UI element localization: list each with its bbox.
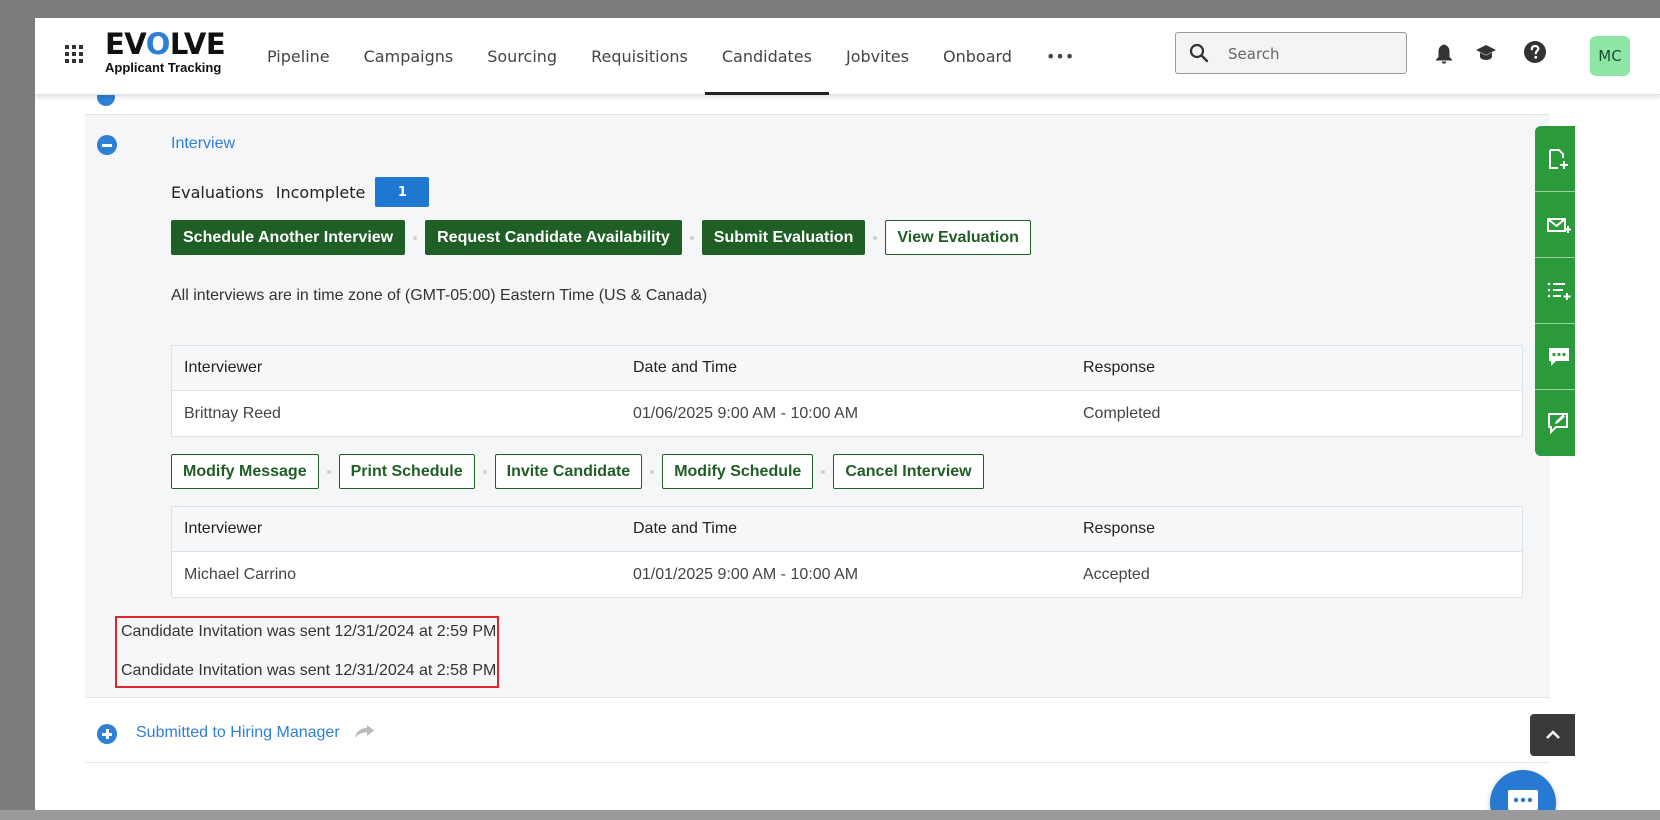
evaluations-status: Evaluations Incomplete 1 bbox=[171, 177, 430, 207]
app-window: EVOLVE Applicant Tracking Pipeline Campa… bbox=[35, 18, 1660, 810]
chat-icon bbox=[1549, 347, 1569, 366]
forward-arrow-icon bbox=[355, 725, 374, 738]
nav-pipeline[interactable]: Pipeline bbox=[250, 18, 347, 94]
incomplete-label: Incomplete bbox=[275, 182, 366, 202]
separator-dot bbox=[642, 469, 662, 474]
invitation-note: Candidate Invitation was sent 12/31/2024… bbox=[121, 662, 497, 679]
incomplete-count-badge[interactable]: 1 bbox=[375, 177, 430, 207]
add-list-button[interactable] bbox=[1535, 258, 1575, 324]
nav-sourcing[interactable]: Sourcing bbox=[470, 18, 574, 94]
chevron-up-icon bbox=[1545, 730, 1560, 739]
invitation-note: Candidate Invitation was sent 12/31/2024… bbox=[121, 623, 497, 640]
modify-message-button[interactable]: Modify Message bbox=[171, 454, 319, 489]
separator-dot bbox=[319, 469, 339, 474]
request-candidate-availability-button[interactable]: Request Candidate Availability bbox=[425, 220, 682, 255]
main-nav: Pipeline Campaigns Sourcing Requisitions… bbox=[250, 18, 1091, 95]
collapse-toggle-icon[interactable] bbox=[97, 135, 117, 155]
logo-wordmark: EVOLVE bbox=[105, 27, 226, 61]
table-header: Interviewer Date and Time Response bbox=[172, 346, 1522, 391]
interview-datetime: 01/01/2025 9:00 AM - 10:00 AM bbox=[633, 565, 859, 583]
expand-toggle-icon[interactable] bbox=[97, 724, 117, 744]
user-avatar[interactable]: MC bbox=[1590, 36, 1630, 76]
interview-response: Completed bbox=[1083, 404, 1161, 422]
cancel-interview-button[interactable]: Cancel Interview bbox=[833, 454, 984, 489]
graduation-cap-icon[interactable] bbox=[1475, 44, 1497, 62]
screenshot-frame-bottom bbox=[0, 810, 1660, 820]
modify-schedule-button[interactable]: Modify Schedule bbox=[662, 454, 814, 489]
invite-candidate-button[interactable]: Invite Candidate bbox=[494, 454, 643, 489]
view-evaluation-button[interactable]: View Evaluation bbox=[885, 220, 1031, 255]
app-grid-icon[interactable] bbox=[65, 45, 83, 63]
search-icon bbox=[1189, 43, 1209, 63]
search-input[interactable] bbox=[1226, 41, 1400, 67]
column-header-date-time: Date and Time bbox=[633, 359, 738, 376]
invitation-notes-highlight: Candidate Invitation was sent 12/31/2024… bbox=[115, 616, 499, 688]
interview-actions: Schedule Another Interview Request Candi… bbox=[171, 220, 1031, 255]
table-header: Interviewer Date and Time Response bbox=[172, 507, 1522, 552]
schedule-actions: Modify Message Print Schedule Invite Can… bbox=[171, 454, 984, 489]
interviewer-name: Michael Carrino bbox=[184, 565, 297, 583]
column-header-interviewer: Interviewer bbox=[184, 520, 263, 537]
nav-onboard[interactable]: Onboard bbox=[926, 18, 1029, 94]
search-box bbox=[1175, 32, 1407, 74]
main-content: Interview Evaluations Incomplete 1 Sched… bbox=[35, 88, 1660, 810]
compose-email-icon bbox=[1547, 217, 1571, 233]
interview-response: Accepted bbox=[1083, 565, 1150, 583]
submit-evaluation-button[interactable]: Submit Evaluation bbox=[701, 220, 866, 255]
screenshot-frame-top bbox=[0, 0, 1660, 18]
interview-datetime: 01/06/2025 9:00 AM - 10:00 AM bbox=[633, 404, 859, 422]
column-header-interviewer: Interviewer bbox=[184, 359, 263, 376]
timezone-note: All interviews are in time zone of (GMT-… bbox=[171, 287, 708, 304]
interviewer-name: Brittnay Reed bbox=[184, 404, 281, 422]
help-icon[interactable] bbox=[1523, 40, 1547, 64]
compose-email-button[interactable] bbox=[1535, 192, 1575, 258]
separator-dot bbox=[813, 469, 833, 474]
separator-dot bbox=[865, 235, 885, 240]
nav-candidates[interactable]: Candidates bbox=[704, 18, 830, 95]
bell-icon[interactable] bbox=[1435, 42, 1453, 64]
chat-bubble-icon bbox=[1508, 790, 1538, 810]
column-header-response: Response bbox=[1083, 520, 1156, 537]
support-chat-button[interactable] bbox=[1490, 770, 1556, 810]
scroll-to-top-button[interactable] bbox=[1530, 714, 1575, 756]
add-document-icon bbox=[1549, 148, 1568, 169]
add-list-icon bbox=[1547, 282, 1571, 300]
chat-button[interactable] bbox=[1535, 324, 1575, 390]
nav-campaigns[interactable]: Campaigns bbox=[347, 18, 471, 94]
submitted-to-hiring-manager-link[interactable]: Submitted to Hiring Manager bbox=[136, 724, 340, 742]
add-document-button[interactable] bbox=[1535, 126, 1575, 192]
app-logo[interactable]: EVOLVE Applicant Tracking bbox=[105, 27, 226, 75]
edit-note-button[interactable] bbox=[1535, 390, 1575, 456]
table-row: Brittnay Reed 01/06/2025 9:00 AM - 10:00… bbox=[172, 391, 1522, 436]
column-header-response: Response bbox=[1083, 359, 1156, 376]
section-divider bbox=[85, 762, 1550, 763]
interview-schedule-table-1: Interviewer Date and Time Response Britt… bbox=[171, 345, 1523, 437]
logo-subtitle: Applicant Tracking bbox=[105, 60, 222, 75]
interview-section-title[interactable]: Interview bbox=[171, 135, 235, 153]
nav-more-button[interactable]: ••• bbox=[1029, 18, 1091, 94]
separator-dot bbox=[682, 235, 702, 240]
nav-jobvites[interactable]: Jobvites bbox=[829, 18, 926, 94]
edit-note-icon bbox=[1548, 413, 1568, 434]
column-header-date-time: Date and Time bbox=[633, 520, 738, 537]
interview-panel: Interview Evaluations Incomplete 1 Sched… bbox=[85, 114, 1550, 698]
nav-requisitions[interactable]: Requisitions bbox=[574, 18, 705, 94]
separator-dot bbox=[405, 235, 425, 240]
screenshot-frame-left bbox=[0, 0, 35, 820]
top-header: EVOLVE Applicant Tracking Pipeline Campa… bbox=[35, 18, 1660, 95]
separator-dot bbox=[475, 469, 495, 474]
evaluations-label: Evaluations bbox=[171, 182, 264, 202]
table-row: Michael Carrino 01/01/2025 9:00 AM - 10:… bbox=[172, 552, 1522, 597]
quick-actions-rail bbox=[1535, 126, 1575, 456]
print-schedule-button[interactable]: Print Schedule bbox=[338, 454, 475, 489]
interview-schedule-table-2: Interviewer Date and Time Response Micha… bbox=[171, 506, 1523, 598]
schedule-another-interview-button[interactable]: Schedule Another Interview bbox=[171, 220, 406, 255]
